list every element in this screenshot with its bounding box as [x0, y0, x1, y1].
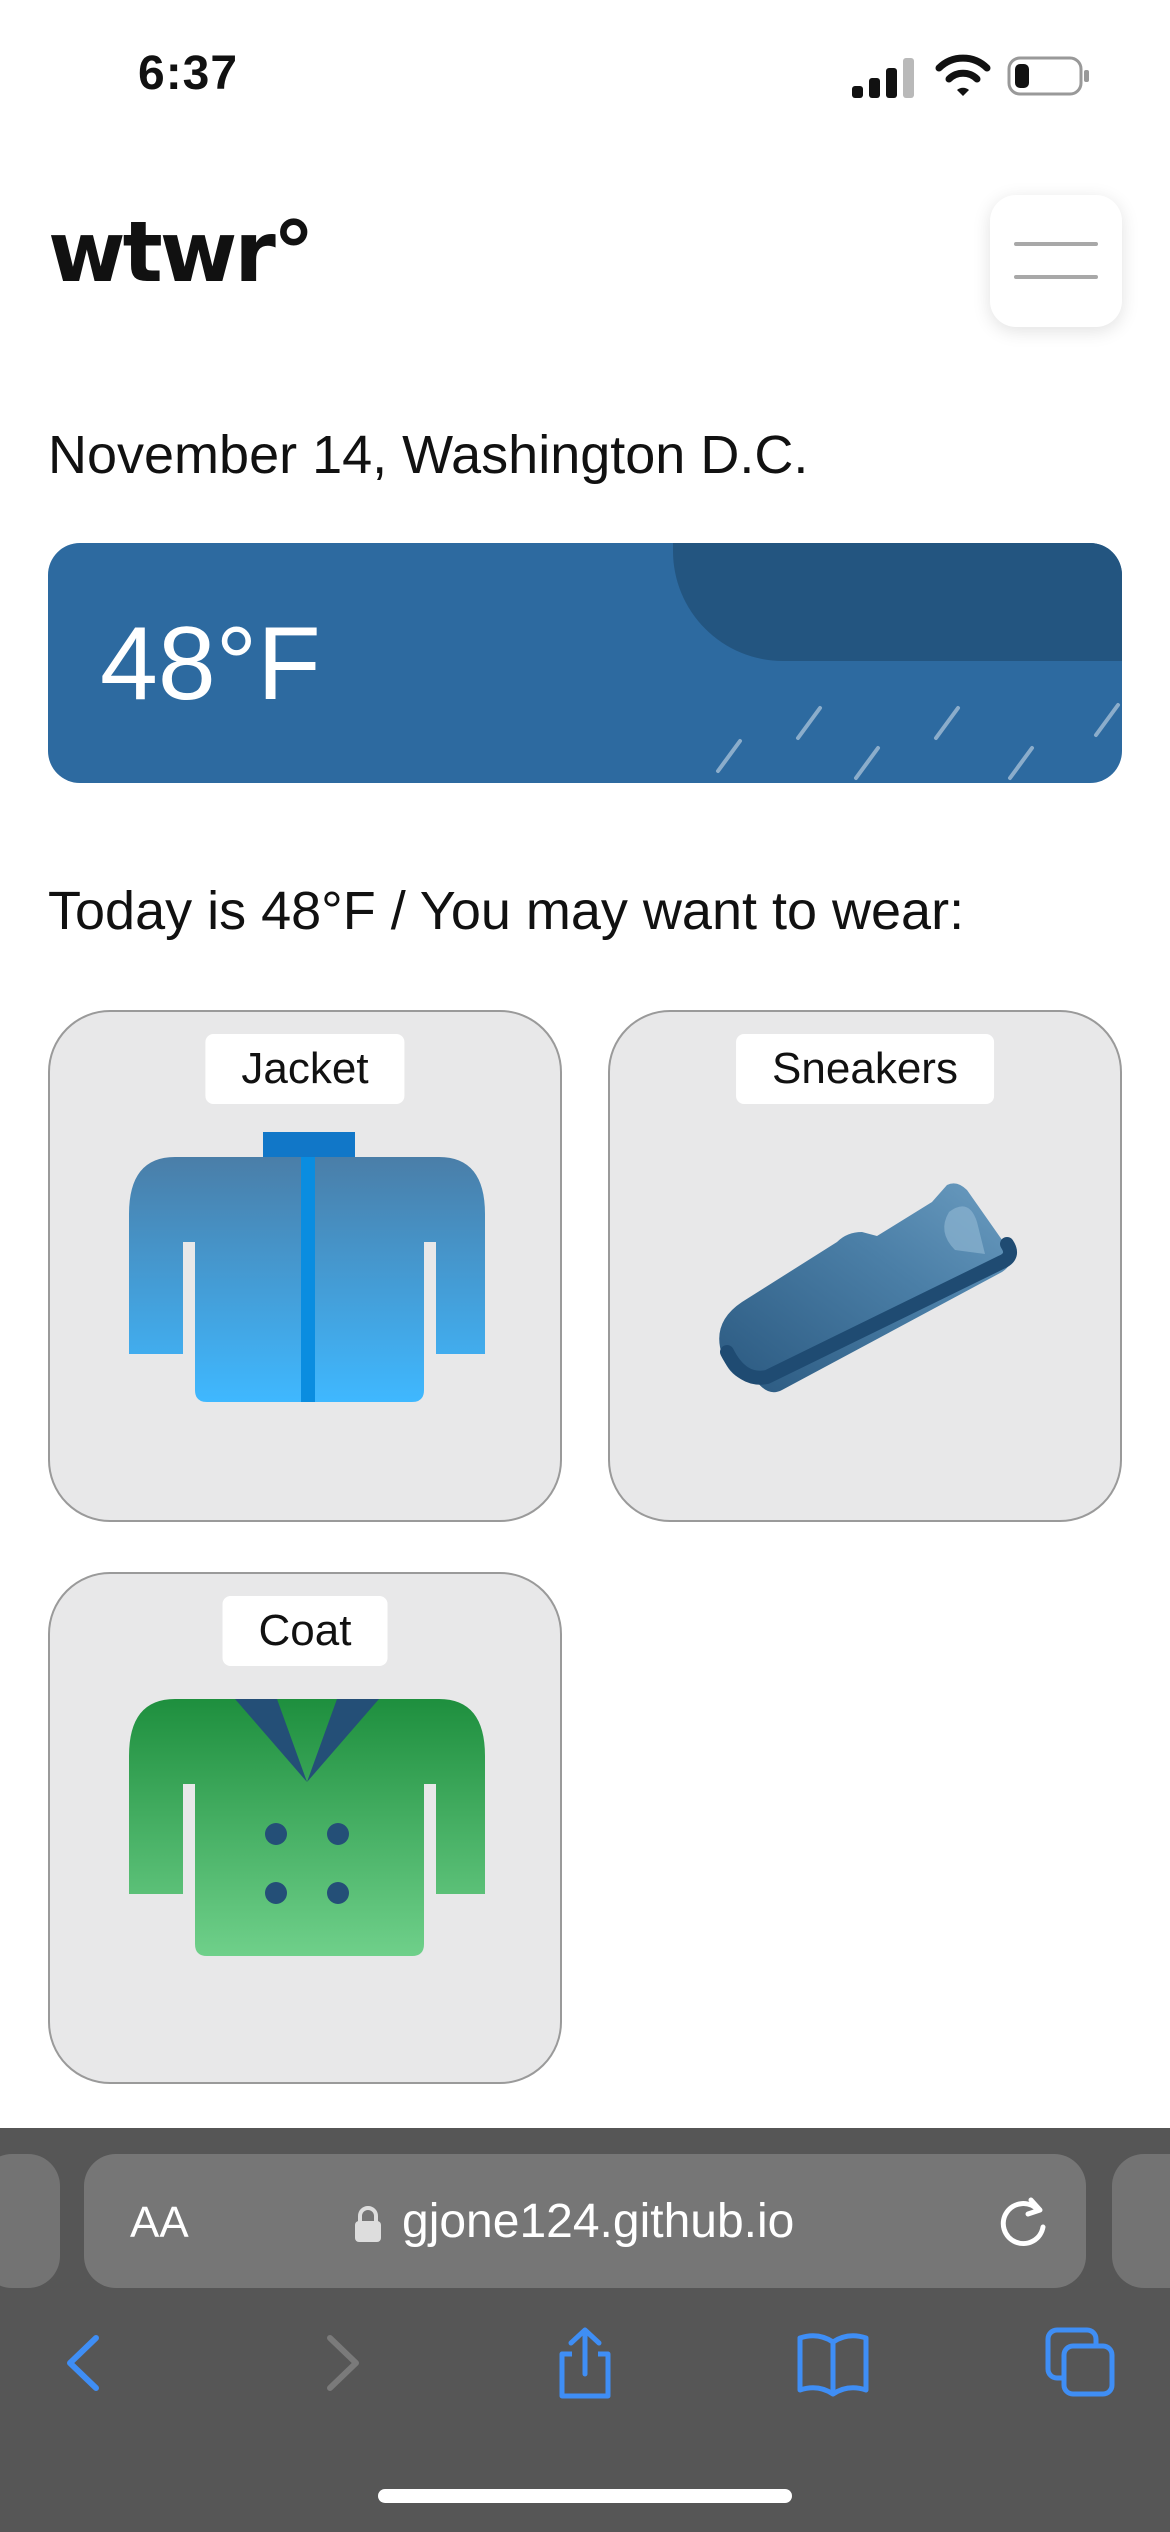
bookmarks-icon[interactable] [796, 2326, 870, 2400]
sneaker-icon [719, 1183, 1017, 1393]
wifi-icon [935, 54, 991, 96]
jacket-icon [129, 1132, 485, 1402]
url-text[interactable]: gjone124.github.io [402, 2194, 794, 2249]
forward-arrow-icon[interactable] [302, 2326, 376, 2400]
wear-recommendation-heading: Today is 48°F / You may want to wear: [48, 881, 965, 941]
rain-drops-icon [716, 703, 1120, 780]
weather-card: 48°F [48, 543, 1122, 783]
weather-temperature: 48°F [100, 606, 321, 722]
menu-line-icon [1014, 275, 1098, 279]
clothing-card-label: Coat [222, 1596, 388, 1666]
menu-line-icon [1014, 242, 1098, 246]
clothing-card-label: Sneakers [736, 1034, 994, 1104]
signal-icon [852, 58, 914, 98]
reader-settings-button[interactable]: AA [130, 2198, 189, 2248]
status-time: 6:37 [138, 47, 239, 100]
coat-icon [129, 1699, 485, 1956]
date-location: November 14, Washington D.C. [48, 425, 809, 485]
clothing-card-sneakers[interactable]: Sneakers [608, 1010, 1122, 1522]
next-tab-peek[interactable] [1112, 2154, 1170, 2288]
clothing-card-coat[interactable]: Coat [48, 1572, 562, 2084]
share-icon[interactable] [548, 2326, 622, 2400]
previous-tab-peek[interactable] [0, 2154, 60, 2288]
reload-icon[interactable] [994, 2194, 1052, 2252]
status-bar: 6:37 [0, 0, 1170, 150]
hamburger-menu-button[interactable] [990, 195, 1122, 327]
app-logo[interactable]: wtwr° [48, 210, 315, 294]
clothing-card-jacket[interactable]: Jacket [48, 1010, 562, 1522]
back-arrow-icon[interactable] [50, 2326, 124, 2400]
rain-cloud-icon [673, 543, 1122, 661]
home-indicator[interactable] [378, 2489, 792, 2503]
address-bar[interactable]: AA gjone124.github.io [84, 2154, 1086, 2288]
clothing-card-label: Jacket [205, 1034, 405, 1104]
lock-icon [355, 2206, 381, 2242]
battery-icon [1007, 56, 1089, 96]
browser-toolbar: AA gjone124.github.io [0, 2128, 1170, 2532]
tabs-icon[interactable] [1044, 2326, 1118, 2400]
